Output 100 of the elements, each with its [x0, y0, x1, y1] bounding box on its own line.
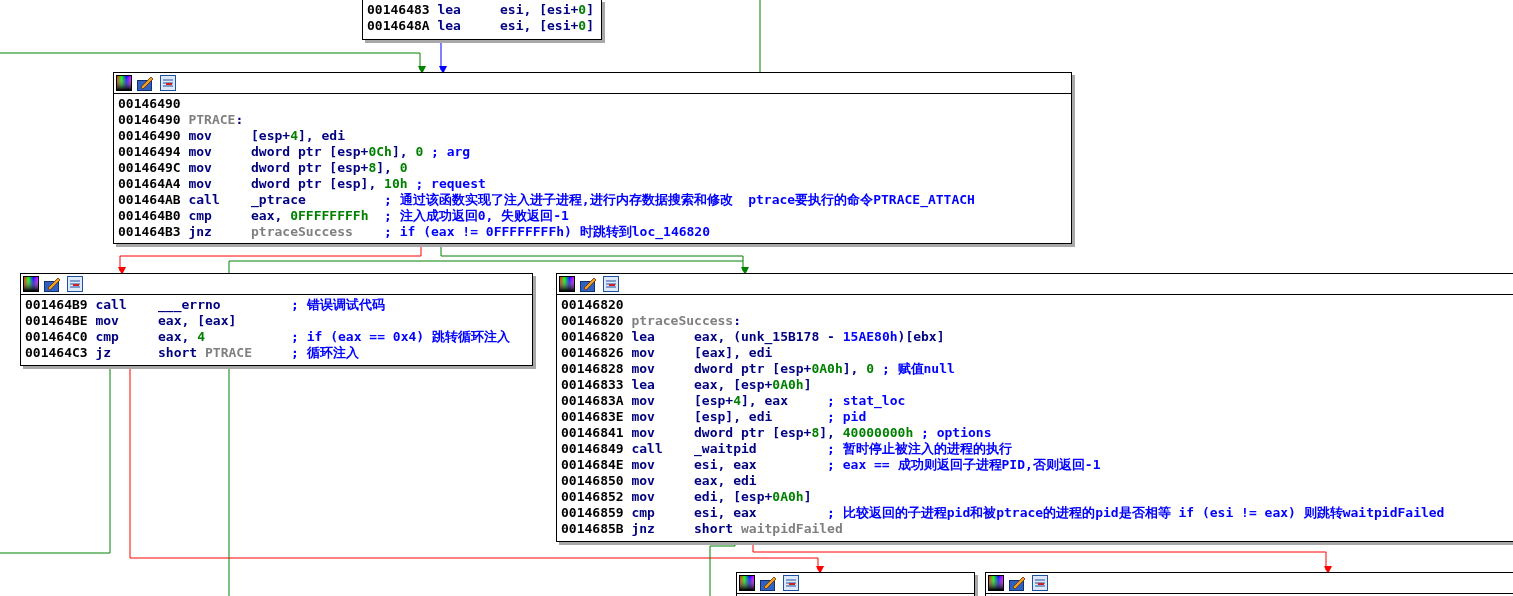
mnemonic-text: mov: [188, 160, 213, 176]
operand-text: dword ptr [esp+0A0h], 0: [694, 361, 876, 377]
address-text: 001464B0: [118, 208, 182, 224]
operand-text: dword ptr [esp], 10h: [251, 176, 409, 192]
pencil-icon[interactable]: [44, 276, 62, 292]
comment-text: ; stat_loc: [827, 393, 906, 409]
address-text: 00146828: [561, 361, 625, 377]
mnemonic-text: mov: [631, 393, 656, 409]
mnemonic-text: call: [95, 297, 128, 313]
comment-text: ; 赋值null: [881, 361, 955, 377]
operand-text: ptraceSuccess: [251, 224, 354, 240]
operand-text: eax, 0FFFFFFFFh: [251, 208, 370, 224]
mnemonic-text: jz: [95, 345, 113, 361]
address-text: 00146852: [561, 489, 625, 505]
mnemonic-text: lea: [631, 377, 656, 393]
comment-text: ; if (eax == 0x4) 跳转循环注入: [291, 329, 510, 345]
comment-text: ; eax == 成功则返回子进程PID,否则返回-1: [827, 457, 1101, 473]
address-text: 001464BE: [25, 313, 89, 329]
operand-text: [esp+4], edi: [251, 128, 345, 144]
graph-icon[interactable]: [783, 575, 799, 591]
mnemonic-text: mov: [631, 425, 656, 441]
address-text: 00146850: [561, 473, 625, 489]
mnemonic-text: mov: [188, 128, 213, 144]
palette-icon[interactable]: [988, 575, 1004, 591]
mnemonic-text: mov: [188, 144, 213, 160]
palette-icon[interactable]: [739, 575, 755, 591]
comment-text: ; 循环注入: [291, 345, 359, 361]
comment-text: ; 比较返回的子进程pid和被ptrace的进程的pid是否相等 if (esi != eax) 则跳转waitpidFailed: [827, 505, 1445, 521]
comment-text: ; 错误调试代码: [291, 297, 385, 313]
graph-icon[interactable]: [67, 276, 83, 292]
address-text: 001464AB: [118, 192, 182, 208]
operand-text: esi, [esi+0]: [500, 18, 594, 34]
palette-icon[interactable]: [559, 276, 575, 292]
label-text: PTRACE:: [188, 112, 244, 128]
operand-text: short PTRACE: [158, 345, 253, 361]
address-text: 00146820: [561, 329, 625, 345]
comment-text: ; 注入成功返回0, 失败返回-1: [384, 208, 569, 224]
operand-text: eax, [eax]: [158, 313, 237, 329]
graph-icon[interactable]: [160, 75, 176, 91]
operand-text: eax, [esp+0A0h]: [694, 377, 812, 393]
mnemonic-text: cmp: [631, 505, 656, 521]
address-text: 0014683E: [561, 409, 625, 425]
address-text: 00146841: [561, 425, 625, 441]
address-text: 0014684E: [561, 457, 625, 473]
address-text: 00146833: [561, 377, 625, 393]
address-text: 00146820: [561, 297, 625, 313]
operand-text: eax, 4: [158, 329, 206, 345]
address-text: 00146490: [118, 128, 182, 144]
pencil-icon[interactable]: [1009, 575, 1027, 591]
palette-icon[interactable]: [116, 75, 132, 91]
mnemonic-text: cmp: [188, 208, 213, 224]
address-text: 001464A4: [118, 176, 182, 192]
comment-text: ; request: [415, 176, 486, 192]
address-text: 0014683A: [561, 393, 625, 409]
mnemonic-text: mov: [631, 409, 656, 425]
address-text: 0014649C: [118, 160, 182, 176]
operand-text: short waitpidFailed: [694, 521, 843, 537]
mnemonic-text: mov: [631, 457, 656, 473]
address-text: 00146490: [118, 112, 182, 128]
pencil-icon[interactable]: [580, 276, 598, 292]
operand-text: eax, (unk_15B178 - 15AE80h)[ebx]: [694, 329, 945, 345]
operand-text: _ptrace: [251, 192, 307, 208]
comment-text: ; arg: [431, 144, 471, 160]
comment-text: ; if (eax != 0FFFFFFFFh) 时跳转到loc_146820: [384, 224, 710, 240]
operand-text: eax, edi: [694, 473, 757, 489]
address-text: 00146820: [561, 313, 625, 329]
mnemonic-text: mov: [631, 345, 656, 361]
address-text: 00146849: [561, 441, 625, 457]
comment-text: ; 暂时停止被注入的进程的执行: [827, 441, 1012, 457]
mnemonic-text: jnz: [188, 224, 213, 240]
mnemonic-text: mov: [631, 361, 656, 377]
mnemonic-text: mov: [631, 473, 656, 489]
operand-text: ___errno: [158, 297, 222, 313]
mnemonic-text: cmp: [95, 329, 120, 345]
mnemonic-text: lea: [437, 18, 462, 34]
operand-text: esi, eax: [694, 505, 758, 521]
operand-text: dword ptr [esp+8], 40000000h: [694, 425, 915, 441]
pencil-icon[interactable]: [137, 75, 155, 91]
mnemonic-text: mov: [188, 176, 213, 192]
mnemonic-text: mov: [95, 313, 120, 329]
pencil-icon[interactable]: [760, 575, 778, 591]
operand-text: _waitpid: [694, 441, 758, 457]
mnemonic-text: jnz: [631, 521, 656, 537]
operand-text: [esp+4], eax: [694, 393, 789, 409]
palette-icon[interactable]: [23, 276, 39, 292]
address-text: 00146494: [118, 144, 182, 160]
comment-text: ; pid: [827, 409, 867, 425]
address-text: 001464C3: [25, 345, 89, 361]
operand-text: dword ptr [esp+0Ch], 0: [251, 144, 425, 160]
address-text: 00146490: [118, 96, 182, 112]
address-text: 00146826: [561, 345, 625, 361]
address-text: 0014648A: [367, 18, 431, 34]
graph-icon[interactable]: [603, 276, 619, 292]
label-text: ptraceSuccess:: [631, 313, 741, 329]
comment-text: ; options: [921, 425, 992, 441]
operand-text: esi, [esi+0]: [500, 2, 594, 18]
address-text: 0014685B: [561, 521, 625, 537]
operand-text: edi, [esp+0A0h]: [694, 489, 812, 505]
mnemonic-text: mov: [631, 489, 656, 505]
graph-icon[interactable]: [1032, 575, 1048, 591]
